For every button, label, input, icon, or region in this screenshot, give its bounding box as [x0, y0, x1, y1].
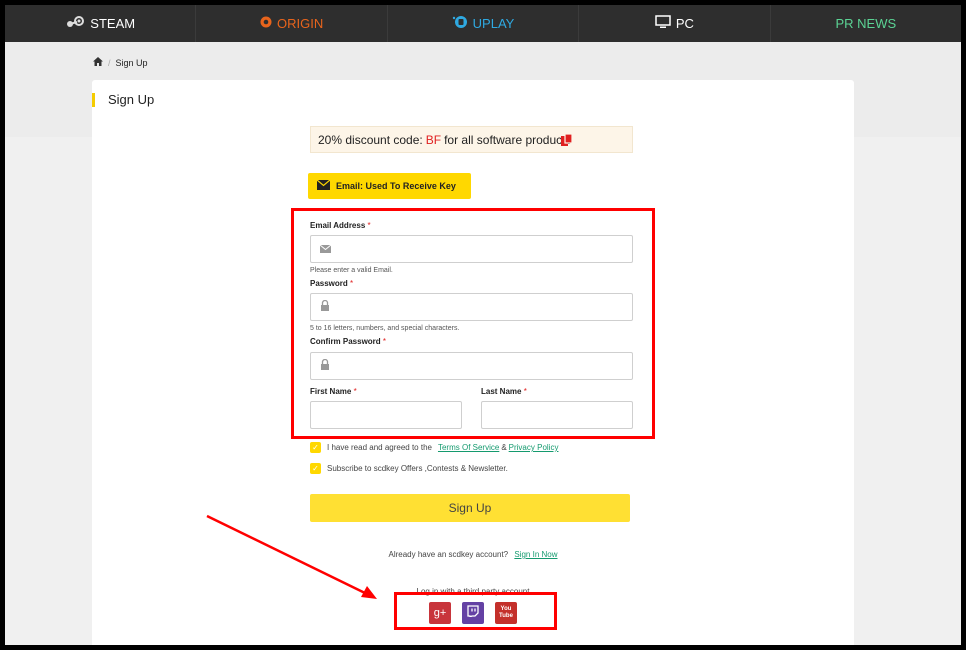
confirm-password-field[interactable] — [310, 352, 633, 380]
google-plus-button[interactable]: g+ — [429, 602, 451, 624]
monitor-icon — [655, 15, 671, 32]
steam-icon — [65, 16, 85, 31]
first-name-field[interactable] — [310, 401, 462, 429]
twitch-button[interactable] — [462, 602, 484, 624]
discount-code: BF — [425, 132, 442, 147]
nav-label: STEAM — [90, 16, 136, 31]
discount-suffix: for all software products — [444, 132, 572, 147]
third-party-label: Log in with a third party account — [416, 587, 530, 596]
subscribe-text: Subscribe to scdkey Offers ,Contests & N… — [327, 464, 508, 473]
page-frame: STEAM ORIGIN UPLAY PC PR NEWS / Sign Up … — [5, 5, 961, 645]
required-mark: * — [523, 387, 527, 396]
nav-item-pr-news[interactable]: PR NEWS — [771, 5, 961, 42]
last-name-field[interactable] — [481, 401, 633, 429]
nav-item-pc[interactable]: PC — [579, 5, 771, 42]
required-mark: * — [353, 387, 357, 396]
email-notice-label: Email: Used To Receive Key — [336, 181, 456, 191]
password-label: Password * — [310, 279, 353, 288]
nav-label: UPLAY — [472, 16, 515, 31]
email-field[interactable] — [310, 235, 633, 263]
agree-checkbox[interactable]: ✓ — [310, 442, 321, 453]
envelope-icon — [316, 179, 331, 192]
confirm-password-label: Confirm Password * — [310, 337, 386, 346]
email-hint: Please enter a valid Email. — [310, 267, 393, 274]
envelope-icon — [319, 240, 332, 258]
already-account-row: Already have an scdkey account? Sign In … — [92, 550, 854, 559]
email-label-text: Email Address — [310, 221, 366, 230]
last-name-label-text: Last Name — [481, 387, 522, 396]
nav-label: ORIGIN — [276, 16, 324, 31]
first-name-label-text: First Name — [310, 387, 352, 396]
lock-icon — [320, 357, 330, 375]
email-notice-badge: Email: Used To Receive Key — [308, 173, 471, 199]
breadcrumb-separator: / — [108, 57, 111, 68]
lock-icon — [320, 298, 330, 316]
nav-label: PC — [675, 16, 694, 31]
nav-label: PR NEWS — [835, 16, 897, 31]
agree-text: I have read and agreed to the — [327, 443, 432, 452]
home-icon[interactable] — [93, 57, 103, 68]
discount-prefix: 20% discount code: — [318, 132, 423, 147]
breadcrumb: / Sign Up — [93, 57, 148, 68]
first-name-label: First Name * — [310, 387, 357, 396]
last-name-label: Last Name * — [481, 387, 527, 396]
signup-button[interactable]: Sign Up — [310, 494, 630, 522]
top-navigation: STEAM ORIGIN UPLAY PC PR NEWS — [5, 5, 961, 42]
breadcrumb-current: Sign Up — [115, 57, 148, 68]
agree-terms-row: ✓ I have read and agreed to the Terms Of… — [310, 442, 558, 453]
confirm-password-label-text: Confirm Password — [310, 337, 381, 346]
youtube-button[interactable]: You Tube — [495, 602, 517, 624]
agree-amp: & — [501, 443, 507, 452]
required-mark: * — [350, 279, 354, 288]
nav-item-steam[interactable]: STEAM — [5, 5, 197, 42]
sign-in-link[interactable]: Sign In Now — [514, 550, 557, 559]
privacy-link[interactable]: Privacy Policy — [509, 443, 559, 452]
password-field[interactable] — [310, 293, 633, 321]
subscribe-checkbox[interactable]: ✓ — [310, 463, 321, 474]
discount-banner: 20% discount code: BF for all software p… — [310, 126, 633, 153]
password-hint: 5 to 16 letters, numbers, and special ch… — [310, 325, 460, 332]
email-label: Email Address * — [310, 221, 371, 230]
subscribe-row: ✓ Subscribe to scdkey Offers ,Contests &… — [310, 463, 508, 474]
required-mark: * — [382, 337, 387, 346]
youtube-icon: You Tube — [499, 606, 513, 619]
twitch-icon — [467, 604, 479, 622]
google-plus-icon: g+ — [433, 607, 447, 619]
terms-link[interactable]: Terms Of Service — [438, 443, 499, 452]
already-text: Already have an scdkey account? — [388, 550, 509, 559]
signup-card: Sign Up 20% discount code: BF for all so… — [92, 80, 854, 645]
copy-icon[interactable] — [561, 133, 573, 149]
uplay-icon — [452, 15, 468, 32]
required-mark: * — [367, 221, 371, 230]
nav-item-origin[interactable]: ORIGIN — [196, 5, 388, 42]
nav-item-uplay[interactable]: UPLAY — [388, 5, 580, 42]
origin-icon — [260, 16, 272, 31]
page-title: Sign Up — [92, 93, 154, 107]
password-label-text: Password — [310, 279, 348, 288]
